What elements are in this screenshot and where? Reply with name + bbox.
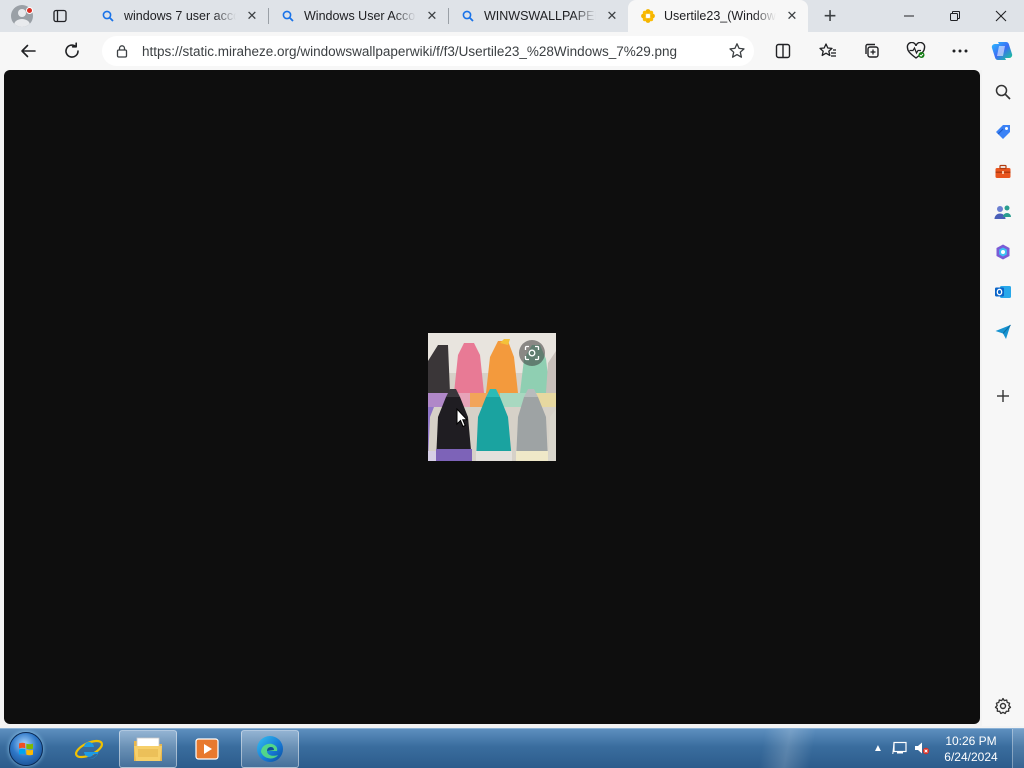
- close-icon: [995, 10, 1007, 22]
- image-viewer[interactable]: [4, 70, 980, 724]
- toolbox-icon: [995, 164, 1011, 178]
- flower-favicon-icon: [640, 8, 656, 24]
- windows-taskbar: ▲ 10:26 PM 6/24/2024: [0, 728, 1024, 768]
- address-bar[interactable]: https://static.miraheze.org/windowswallp…: [102, 36, 754, 66]
- refresh-icon: [65, 42, 79, 58]
- restore-button[interactable]: [932, 0, 978, 32]
- back-button[interactable]: [13, 36, 43, 66]
- tab-actions-icon: [53, 9, 67, 23]
- tab-actions-button[interactable]: [50, 6, 70, 26]
- sidebar-games-button[interactable]: [990, 199, 1016, 225]
- taskbar-internet-explorer[interactable]: [60, 730, 118, 768]
- tab-close-button[interactable]: ✕: [784, 8, 800, 24]
- sidebar-search-button[interactable]: [990, 79, 1016, 105]
- copilot-icon: [991, 42, 1013, 60]
- show-desktop-button[interactable]: [1012, 729, 1024, 768]
- close-window-button[interactable]: [978, 0, 1024, 32]
- search-icon: [460, 8, 476, 24]
- clock-time: 10:26 PM: [945, 734, 997, 748]
- clock-date: 6/24/2024: [944, 750, 998, 764]
- internet-explorer-icon: [74, 738, 104, 760]
- taskbar-file-explorer[interactable]: [119, 730, 177, 768]
- tab-strip: windows 7 user accou ✕ Windows User Acco…: [0, 0, 1024, 32]
- tab-winwswallpaper[interactable]: WINWSWALLPAPERW ✕: [448, 2, 628, 30]
- notification-dot: [26, 7, 33, 14]
- split-screen-icon: [775, 43, 791, 59]
- favorites-button[interactable]: [813, 36, 843, 66]
- minimize-button[interactable]: [886, 0, 932, 32]
- sidebar-add-button[interactable]: [990, 383, 1016, 409]
- outlook-icon: [995, 286, 1011, 298]
- favorite-star-icon[interactable]: [720, 42, 754, 60]
- tab-usertile23[interactable]: Usertile23_(Windows_ ✕: [628, 0, 808, 32]
- browser-essentials-button[interactable]: [901, 36, 931, 66]
- file-explorer-icon: [134, 737, 162, 761]
- restore-icon: [950, 11, 960, 21]
- tab-search-windows7[interactable]: windows 7 user accou ✕: [88, 2, 268, 30]
- lock-icon[interactable]: [102, 44, 142, 58]
- tab-title: Windows User Accou: [304, 9, 416, 23]
- start-button[interactable]: [6, 730, 46, 768]
- people-icon: [994, 205, 1011, 219]
- visual-search-icon: [524, 345, 540, 361]
- tab-close-button[interactable]: ✕: [244, 8, 260, 24]
- sidebar-office-button[interactable]: [990, 239, 1016, 265]
- tab-close-button[interactable]: ✕: [604, 8, 620, 24]
- search-icon: [995, 84, 1011, 100]
- navigation-toolbar: https://static.miraheze.org/windowswallp…: [0, 32, 1024, 70]
- favorites-icon: [819, 43, 836, 57]
- tab-title: windows 7 user accou: [124, 9, 236, 23]
- sidebar-shopping-button[interactable]: [990, 119, 1016, 145]
- taskbar-media-player[interactable]: [178, 730, 236, 768]
- collections-icon: [865, 43, 879, 58]
- visual-search-button[interactable]: [519, 340, 545, 366]
- search-icon: [100, 8, 116, 24]
- show-hidden-icons-button[interactable]: ▲: [870, 740, 886, 756]
- settings-icon: [994, 697, 1012, 715]
- heart-pulse-icon: [906, 42, 926, 59]
- settings-more-button[interactable]: [945, 36, 975, 66]
- address-url[interactable]: https://static.miraheze.org/windowswallp…: [142, 44, 720, 59]
- mouse-cursor-icon: [456, 408, 468, 428]
- profile-button[interactable]: [8, 4, 36, 28]
- tab-windows-user-accounts[interactable]: Windows User Accou ✕: [268, 2, 448, 30]
- shopping-tag-icon: [996, 125, 1010, 139]
- refresh-button[interactable]: [57, 36, 87, 66]
- add-icon: [997, 390, 1009, 402]
- split-screen-button[interactable]: [768, 36, 798, 66]
- minimize-icon: [904, 15, 914, 17]
- office-icon: [996, 244, 1010, 260]
- edge-icon: [257, 736, 283, 762]
- sidebar-tools-button[interactable]: [990, 159, 1016, 185]
- search-icon: [280, 8, 296, 24]
- taskbar-edge[interactable]: [241, 730, 299, 768]
- copilot-button[interactable]: [987, 36, 1017, 66]
- volume-muted-icon[interactable]: [914, 740, 930, 756]
- tab-title: Usertile23_(Windows_: [664, 9, 776, 23]
- sidebar-drop-button[interactable]: [990, 319, 1016, 345]
- media-player-icon: [195, 738, 219, 760]
- send-icon: [995, 324, 1011, 339]
- back-arrow-icon: [21, 44, 36, 58]
- collections-button[interactable]: [857, 36, 887, 66]
- sidebar-outlook-button[interactable]: [990, 279, 1016, 305]
- taskbar-clock[interactable]: 10:26 PM 6/24/2024: [936, 733, 1006, 765]
- edge-sidebar: [982, 70, 1024, 726]
- action-center-flag-icon[interactable]: [892, 740, 908, 756]
- usertile-crayons-image[interactable]: [428, 333, 556, 461]
- windows-orb-icon: [9, 732, 43, 766]
- more-dots-icon: [952, 49, 968, 53]
- tab-title: WINWSWALLPAPERW: [484, 9, 596, 23]
- tab-close-button[interactable]: ✕: [424, 8, 440, 24]
- sidebar-settings-button[interactable]: [990, 693, 1016, 719]
- new-tab-button[interactable]: +: [818, 3, 842, 28]
